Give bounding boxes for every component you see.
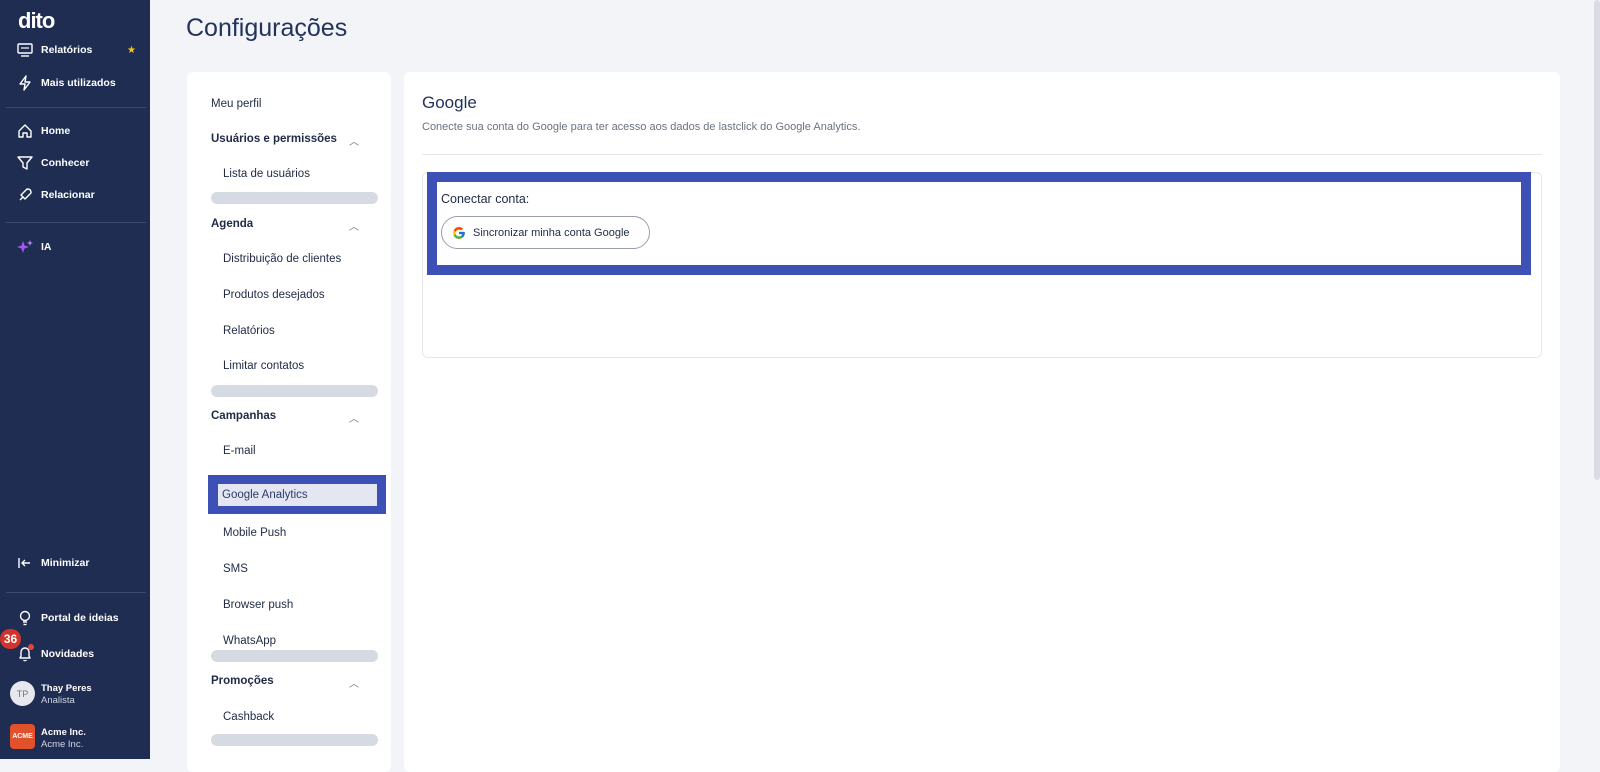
scroll-placeholder-bar	[211, 385, 378, 397]
sidebar-item-mais-utilizados[interactable]: Mais utilizados	[0, 69, 150, 97]
connect-account-highlight: Conectar conta: Sincronizar minha conta …	[427, 172, 1531, 275]
notification-dot	[28, 644, 34, 650]
settings-link-distribuicao[interactable]: Distribuição de clientes	[223, 253, 341, 265]
sidebar-item-conhecer[interactable]: Conhecer	[0, 149, 150, 177]
sidebar-item-label: Relatórios	[41, 44, 93, 56]
settings-link-limitar[interactable]: Limitar contatos	[223, 360, 304, 372]
news-count-badge: 36	[0, 629, 21, 649]
lightbulb-icon	[17, 610, 33, 626]
settings-link-cashback[interactable]: Cashback	[223, 711, 274, 723]
collapse-left-icon	[17, 555, 33, 571]
company-logo[interactable]: ACME	[10, 724, 35, 749]
sidebar-item-relacionar[interactable]: Relacionar	[0, 181, 150, 209]
chevron-up-icon[interactable]: ︿	[349, 675, 359, 690]
selected-item-label: Google Analytics	[218, 484, 377, 506]
lightning-icon	[17, 75, 33, 91]
chevron-up-icon[interactable]: ︿	[349, 133, 359, 148]
scroll-placeholder-bar	[211, 734, 378, 746]
section-description: Conecte sua conta do Google para ter ace…	[422, 121, 861, 133]
chevron-up-icon[interactable]: ︿	[349, 218, 359, 233]
connect-account-label: Conectar conta:	[441, 192, 530, 206]
page-scrollbar[interactable]	[1594, 0, 1600, 480]
sidebar-item-label: Conhecer	[41, 157, 90, 169]
settings-link-lista-usuarios[interactable]: Lista de usuários	[223, 168, 310, 180]
ideas-portal-link[interactable]: Portal de ideias	[0, 604, 150, 632]
settings-link-relatorios[interactable]: Relatórios	[223, 325, 275, 337]
settings-link-google-analytics[interactable]: Google Analytics	[208, 475, 386, 514]
page-title: Configurações	[186, 14, 348, 42]
settings-link-produtos[interactable]: Produtos desejados	[223, 289, 325, 301]
rocket-icon	[17, 187, 33, 203]
minimize-label: Minimizar	[41, 557, 90, 569]
settings-link-sms[interactable]: SMS	[223, 563, 248, 575]
settings-nav: Meu perfil Usuários e permissões ︿ Lista…	[187, 72, 391, 772]
sidebar-divider	[6, 592, 146, 593]
sidebar-item-ia[interactable]: IA	[0, 233, 150, 261]
google-logo-icon	[452, 226, 466, 240]
divider	[422, 154, 1542, 155]
minimize-button[interactable]: Minimizar	[0, 549, 150, 577]
home-icon	[17, 123, 33, 139]
filter-icon	[17, 155, 33, 171]
user-avatar[interactable]: TP	[10, 681, 35, 706]
sidebar-item-label: IA	[41, 241, 52, 253]
section-promocoes[interactable]: Promoções	[211, 675, 274, 687]
section-usuarios-permissoes[interactable]: Usuários e permissões	[211, 133, 337, 145]
sidebar-item-label: Mais utilizados	[41, 77, 116, 89]
scroll-placeholder-bar	[211, 192, 378, 204]
settings-link-whatsapp[interactable]: WhatsApp	[223, 635, 276, 647]
scroll-placeholder-bar	[211, 650, 378, 662]
settings-link-browser-push[interactable]: Browser push	[223, 599, 293, 611]
report-icon	[17, 42, 33, 58]
chevron-up-icon[interactable]: ︿	[349, 410, 359, 425]
sidebar: dito Relatórios ★ Mais utilizados Home C…	[0, 0, 150, 759]
section-agenda[interactable]: Agenda	[211, 218, 253, 230]
sparkles-icon	[17, 239, 33, 255]
section-title: Google	[422, 93, 477, 112]
sidebar-divider	[6, 107, 146, 108]
sidebar-item-label: Relacionar	[41, 189, 95, 201]
user-role: Analista	[41, 695, 75, 706]
company-name: Acme Inc.	[41, 727, 86, 738]
company-subname: Acme Inc.	[41, 739, 84, 750]
sidebar-divider	[6, 222, 146, 223]
favorite-star-icon: ★	[127, 45, 136, 56]
ideas-portal-label: Portal de ideias	[41, 612, 119, 624]
settings-link-email[interactable]: E-mail	[223, 445, 256, 457]
user-name: Thay Peres	[41, 683, 92, 694]
section-campanhas[interactable]: Campanhas	[211, 410, 276, 422]
dito-logo[interactable]: dito	[18, 8, 55, 34]
connect-account-area: Conectar conta: Sincronizar minha conta …	[437, 182, 1521, 265]
sidebar-item-home[interactable]: Home	[0, 117, 150, 145]
news-link[interactable]: Novidades	[0, 640, 150, 668]
google-sync-label: Sincronizar minha conta Google	[473, 226, 630, 239]
google-sync-button[interactable]: Sincronizar minha conta Google	[441, 216, 650, 249]
settings-link-meu-perfil[interactable]: Meu perfil	[211, 98, 262, 110]
sidebar-item-label: Home	[41, 125, 71, 137]
news-label: Novidades	[41, 648, 95, 660]
settings-link-mobile-push[interactable]: Mobile Push	[223, 527, 286, 539]
